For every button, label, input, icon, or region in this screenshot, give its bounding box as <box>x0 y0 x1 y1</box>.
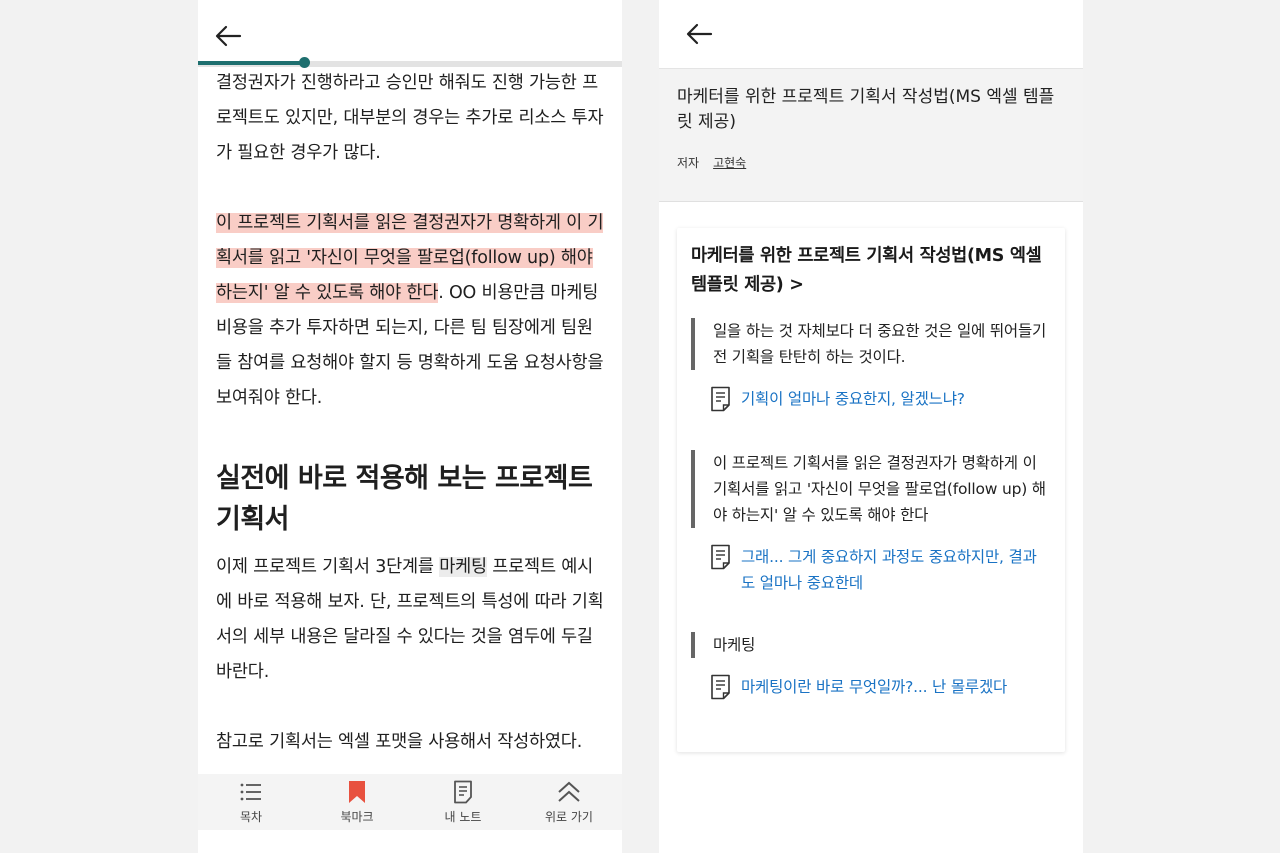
paragraph-highlighted: 이 프로젝트 기획서를 읽은 결정권자가 명확하게 이 기획서를 읽고 '자신이… <box>216 206 606 416</box>
note-entry: 마케팅 마케팅이란 바로 무엇일까?... 난 몰루겠다 <box>691 632 1047 700</box>
nav-toc-button[interactable]: 목차 <box>198 774 304 830</box>
author-row: 저자 고현숙 <box>677 154 746 171</box>
nav-top-button[interactable]: 위로 가기 <box>516 774 622 830</box>
card-title-link[interactable]: 마케터를 위한 프로젝트 기획서 작성법(MS 엑셀 템플릿 제공) > <box>691 242 1051 300</box>
bookmark-icon <box>349 780 365 803</box>
double-chevron-up-icon <box>558 781 580 802</box>
paragraph: 이제 프로젝트 기획서 3단계를 마케팅 프로젝트 예시에 바로 적용해 보자.… <box>216 550 606 690</box>
memo-icon <box>711 544 730 570</box>
quote-text[interactable]: 마케팅 <box>691 632 1047 658</box>
quote-text[interactable]: 일을 하는 것 자체보다 더 중요한 것은 일에 뛰어들기 전 기획을 탄탄히 … <box>691 318 1047 370</box>
back-arrow-icon[interactable] <box>214 24 242 48</box>
note-entry: 이 프로젝트 기획서를 읽은 결정권자가 명확하게 이 기획서를 읽고 '자신이… <box>691 450 1047 596</box>
nav-bookmark-button[interactable]: 북마크 <box>304 774 410 830</box>
memo-link[interactable]: 기획이 얼마나 중요한지, 알겠느냐? <box>709 386 1047 412</box>
reading-progress-fill <box>198 61 304 65</box>
nav-notes-label: 내 노트 <box>444 809 482 824</box>
memo-link[interactable]: 마케팅이란 바로 무엇일까?... 난 몰루겠다 <box>709 674 1047 700</box>
quote-text[interactable]: 이 프로젝트 기획서를 읽은 결정권자가 명확하게 이 기획서를 읽고 '자신이… <box>691 450 1047 528</box>
note-entry: 일을 하는 것 자체보다 더 중요한 것은 일에 뛰어들기 전 기획을 탄탄히 … <box>691 318 1047 412</box>
memo-link[interactable]: 그래... 그게 중요하지 과정도 중요하지만, 결과도 얼마나 중요한데 <box>709 544 1047 596</box>
note-icon <box>454 780 472 803</box>
nav-bookmark-label: 북마크 <box>340 809 374 824</box>
notes-topbar <box>659 0 1083 69</box>
selected-term[interactable]: 마케팅 <box>439 557 487 577</box>
nav-notes-button[interactable]: 내 노트 <box>410 774 516 830</box>
nav-toc-label: 목차 <box>239 809 263 824</box>
memo-text: 그래... 그게 중요하지 과정도 중요하지만, 결과도 얼마나 중요한데 <box>741 548 1037 592</box>
notes-screen: 마케터를 위한 프로젝트 기획서 작성법(MS 엑셀 템플릿 제공) 저자 고현숙… <box>659 0 1083 853</box>
author-label: 저자 <box>677 156 700 170</box>
notes-card: 마케터를 위한 프로젝트 기획서 작성법(MS 엑셀 템플릿 제공) > 일을 … <box>677 228 1065 752</box>
list-icon <box>240 783 261 800</box>
paragraph: 참고로 기획서는 엑셀 포맷을 사용해서 작성하였다. <box>216 732 583 752</box>
book-header: 마케터를 위한 프로젝트 기획서 작성법(MS 엑셀 템플릿 제공) 저자 고현숙 <box>659 69 1083 202</box>
reader-screen: 결정권자가 진행하라고 승인만 해줘도 진행 가능한 프로젝트도 있지만, 대부… <box>198 0 622 853</box>
bottom-nav: 목차 북마크 내 노트 위로 가기 <box>198 774 622 830</box>
reader-topbar <box>198 0 622 68</box>
book-title: 마케터를 위한 프로젝트 기획서 작성법(MS 엑셀 템플릿 제공) <box>677 87 1055 132</box>
reader-content: 결정권자가 진행하라고 승인만 해줘도 진행 가능한 프로젝트도 있지만, 대부… <box>216 66 606 760</box>
section-title: 실전에 바로 적용해 보는 프로젝트 기획서 <box>216 463 593 535</box>
memo-text: 마케팅이란 바로 무엇일까?... 난 몰루겠다 <box>741 678 1008 696</box>
paragraph-text: 이제 프로젝트 기획서 3단계를 <box>216 557 440 577</box>
memo-icon <box>711 674 730 700</box>
nav-top-label: 위로 가기 <box>545 809 593 824</box>
paragraph: 결정권자가 진행하라고 승인만 해줘도 진행 가능한 프로젝트도 있지만, 대부… <box>216 73 604 163</box>
back-arrow-icon[interactable] <box>685 22 713 46</box>
author-link[interactable]: 고현숙 <box>713 156 746 170</box>
memo-icon <box>711 386 730 412</box>
memo-text: 기획이 얼마나 중요한지, 알겠느냐? <box>741 390 965 408</box>
